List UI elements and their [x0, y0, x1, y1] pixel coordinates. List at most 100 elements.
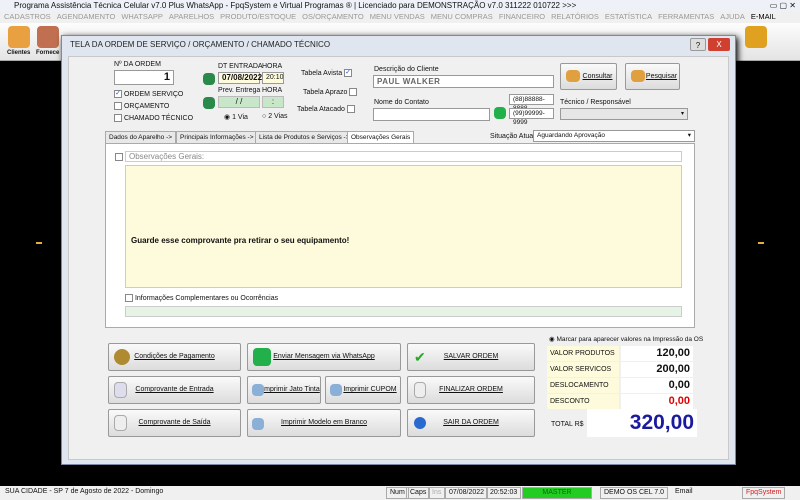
label: SALVAR ORDEM [443, 353, 499, 360]
document-check-icon [414, 382, 426, 398]
clientes-icon[interactable] [8, 26, 30, 48]
radio-2-vias[interactable]: ○ 2 Vias [262, 113, 288, 120]
obs-header: Observações Gerais: [125, 151, 682, 162]
prev-entrega-input[interactable]: / / [218, 96, 260, 108]
menu-cadastros[interactable]: CADASTROS [4, 12, 51, 21]
tab-lista-produtos[interactable]: Lista de Produtos e Serviços -> [255, 131, 354, 143]
complementares-input[interactable] [125, 306, 682, 317]
menu-financeiro[interactable]: FINANCEIRO [499, 12, 545, 21]
obs-checkbox[interactable] [115, 153, 123, 161]
total-label: TOTAL R$ [551, 421, 584, 428]
total-value: 320,00 [587, 409, 697, 437]
hora2-label: HORA [262, 87, 283, 94]
tecnico-label: Técnico / Responsável [560, 99, 631, 106]
menu-ajuda[interactable]: AJUDA [720, 12, 745, 21]
tabela-avista[interactable]: Tabela Avista ✓ [301, 69, 353, 77]
tab-dados-aparelho[interactable]: Dados do Aparelho -> [105, 131, 177, 143]
comprovante-entrada-button[interactable]: Comprovante de Entrada [108, 376, 241, 404]
menu-os[interactable]: OS/ORÇAMENTO [302, 12, 364, 21]
pesquisar-label: Pesquisar [645, 73, 678, 80]
phone2-input[interactable]: (99)99999-9999 [509, 108, 554, 126]
label: Comprovante de Entrada [135, 386, 214, 393]
status-ins: Ins [428, 487, 446, 499]
status-date: 07/08/2022 [445, 487, 489, 499]
dt-entrada-label: DT ENTRADA [218, 63, 263, 70]
menu-ferramentas[interactable]: FERRAMENTAS [658, 12, 714, 21]
exit-arrow-icon [414, 417, 426, 429]
type-ordem-servico[interactable]: ✓ ORDEM SERVIÇO [114, 90, 183, 98]
imprimir-branco-button[interactable]: Imprimir Modelo em Branco [247, 409, 401, 437]
condicoes-pagamento-button[interactable]: Condições de Pagamento [108, 343, 241, 371]
fornece-icon[interactable] [37, 26, 59, 48]
cliente-input[interactable]: PAUL WALKER [373, 75, 554, 88]
order-dialog: TELA DA ORDEM DE SERVIÇO / ORÇAMENTO / C… [61, 35, 736, 465]
tabela-atacado[interactable]: Tabela Atacado [297, 105, 355, 113]
consultar-button[interactable]: Consultar [560, 63, 617, 90]
type-label: CHAMADO TÉCNICO [123, 114, 194, 122]
imprimir-cupom-button[interactable]: Imprimir CUPOM [325, 376, 401, 404]
phone1-input[interactable]: (88)88888-8888 [509, 94, 554, 112]
tab-principais-informacoes[interactable]: Principais Informações -> [176, 131, 258, 143]
type-orcamento[interactable]: ORÇAMENTO [114, 102, 169, 110]
deslocamento-input[interactable]: 0,00 [621, 378, 693, 393]
finalizar-ordem-button[interactable]: FINALIZAR ORDEM [407, 376, 535, 404]
type-chamado[interactable]: CHAMADO TÉCNICO [114, 114, 193, 122]
desconto-input[interactable]: 0,00 [621, 394, 693, 409]
hora2-input[interactable]: : [262, 96, 284, 108]
calendar-icon[interactable] [203, 73, 215, 85]
values-table: VALOR PRODUTOS 120,00 VALOR SERVICOS 200,0… [547, 346, 697, 411]
close-button[interactable]: X [708, 38, 730, 51]
obs-text: Guarde esse comprovante pra retirar o se… [131, 236, 350, 245]
document-icon [114, 382, 127, 398]
label: SAIR DA ORDEM [443, 419, 499, 426]
menu-produto[interactable]: PRODUTO/ESTOQUE [220, 12, 296, 21]
window-controls[interactable]: ▭ ▢ ✕ [770, 0, 796, 11]
label: Comprovante de Saída [138, 419, 211, 426]
exit-icon[interactable] [745, 26, 767, 48]
tecnico-select[interactable]: ▾ [560, 108, 688, 120]
status-email[interactable]: Email [672, 487, 696, 499]
comprovante-saida-button[interactable]: Comprovante de Saída [108, 409, 241, 437]
dt-entrada-input[interactable]: 07/08/2022 [218, 72, 262, 84]
complementares-label: Informações Complementares ou Ocorrência… [134, 294, 279, 302]
radio-1-via[interactable]: ◉ 1 Via [224, 113, 248, 121]
type-label: ORDEM SERVIÇO [123, 90, 184, 98]
status-brand: FpqSystem [742, 487, 786, 499]
complementares-checkbox[interactable]: Informações Complementares ou Ocorrência… [125, 294, 278, 302]
salvar-ordem-button[interactable]: ✔ SALVAR ORDEM [407, 343, 535, 371]
hora-input[interactable]: 20:10 [262, 72, 284, 84]
tab-strip: Dados do Aparelho -> Principais Informaç… [105, 131, 415, 144]
printer-icon [330, 384, 342, 396]
sair-ordem-button[interactable]: SAIR DA ORDEM [407, 409, 535, 437]
people-icon [631, 70, 645, 82]
label: Imprimir CUPOM [343, 386, 397, 393]
imprimir-jato-button[interactable]: Imprimir Jato Tinta [247, 376, 321, 404]
menu-whatsapp[interactable]: WHATSAPP [121, 12, 163, 21]
calendar-icon[interactable] [203, 97, 215, 109]
whatsapp-icon [253, 348, 271, 366]
menu-compras[interactable]: MENU COMPRAS [431, 12, 493, 21]
decor [758, 242, 764, 244]
marcar-valores-radio[interactable]: ◉ Marcar para aparecer valores na Impres… [549, 335, 703, 343]
status-caps: Caps [406, 487, 431, 499]
menu-email[interactable]: E-MAIL [751, 12, 776, 21]
menu-estatistica[interactable]: ESTATÍSTICA [605, 12, 652, 21]
tabela-aprazo[interactable]: Tabela Aprazo [303, 88, 358, 96]
menu-agendamento[interactable]: AGENDAMENTO [57, 12, 116, 21]
help-button[interactable]: ? [690, 38, 706, 51]
obs-textarea[interactable]: Guarde esse comprovante pra retirar o se… [125, 165, 682, 288]
printer-icon [252, 418, 264, 430]
dialog-body: Nº DA ORDEM 1 ✓ ORDEM SERVIÇO ORÇAMENTO … [68, 56, 729, 460]
situacao-select[interactable]: Aguardando Aprovação ▾ [533, 130, 695, 142]
whatsapp-icon[interactable] [494, 107, 506, 119]
menu-aparelhos[interactable]: APARELHOS [169, 12, 214, 21]
marcar-label: Marcar para aparecer valores na Impressã… [556, 336, 704, 343]
contato-input[interactable] [373, 108, 490, 121]
menu-relatorios[interactable]: RELATÓRIOS [551, 12, 599, 21]
order-number-input[interactable]: 1 [114, 70, 174, 85]
coins-icon [114, 349, 130, 365]
pesquisar-button[interactable]: Pesquisar [625, 63, 680, 90]
menu-vendas[interactable]: MENU VENDAS [370, 12, 425, 21]
desconto-label: DESCONTO [547, 394, 619, 409]
whatsapp-button[interactable]: Enviar Mensagem via WhatsApp [247, 343, 401, 371]
